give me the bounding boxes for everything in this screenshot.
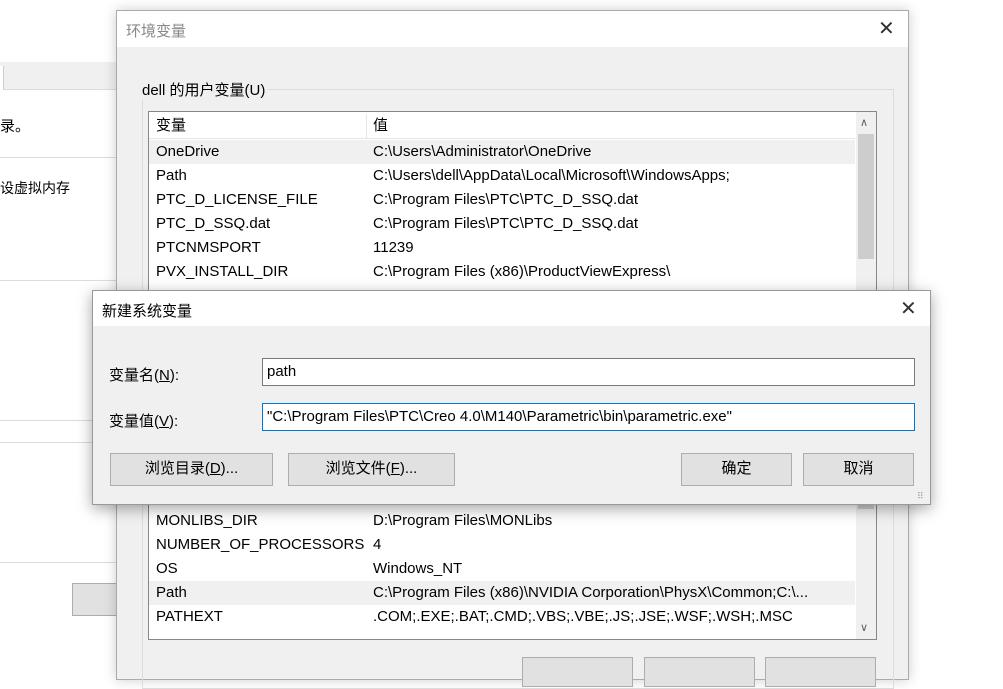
variable-name-input[interactable]: path — [262, 358, 915, 386]
table-row[interactable]: OneDrive C:\Users\Administrator\OneDrive — [149, 140, 855, 164]
dialog-title: 新建系统变量 — [102, 303, 193, 320]
scroll-thumb[interactable] — [858, 134, 874, 259]
table-row[interactable]: MONLIBS_DIR D:\Program Files\MONLibs — [149, 509, 855, 533]
close-icon[interactable]: ✕ — [900, 296, 917, 321]
variable-value-label: 变量值(V): — [109, 413, 179, 430]
scroll-up-icon[interactable]: ∧ — [860, 116, 868, 129]
dialog-title: 环境变量 — [126, 23, 187, 40]
divider — [0, 562, 116, 563]
column-header-value[interactable]: 值 — [373, 114, 388, 138]
table-row[interactable]: OS Windows_NT — [149, 557, 855, 581]
divider — [0, 280, 116, 281]
tab-strip — [0, 62, 116, 90]
browse-directory-button[interactable]: 浏览目录(D)... — [110, 453, 273, 486]
table-row[interactable]: PATHEXT .COM;.EXE;.BAT;.CMD;.VBS;.VBE;.JS… — [149, 605, 855, 629]
table-row[interactable]: NUMBER_OF_PROCESSORS 4 — [149, 533, 855, 557]
bg-button[interactable] — [72, 583, 122, 616]
user-variables-list[interactable]: 变量 值 OneDrive C:\Users\Administrator\OneD… — [148, 111, 877, 301]
new-system-variable-dialog: 新建系统变量 ✕ 变量名(N): path 变量值(V): "C:\Progra… — [92, 290, 931, 505]
resize-grip-icon[interactable]: ⠿ — [917, 491, 924, 502]
cancel-button[interactable]: 取消 — [803, 453, 914, 486]
close-icon[interactable]: ✕ — [878, 16, 895, 41]
bg-text: 设虚拟内存 — [0, 180, 70, 196]
user-variables-label: dell 的用户变量(U) — [139, 79, 269, 100]
ok-button[interactable]: 确定 — [681, 453, 792, 486]
title-bar: 环境变量 ✕ — [117, 11, 908, 47]
delete-button[interactable] — [765, 657, 876, 687]
variable-name-label: 变量名(N): — [109, 367, 180, 384]
table-row[interactable]: Path C:\Users\dell\AppData\Local\Microsof… — [149, 164, 855, 188]
new-button[interactable] — [522, 657, 633, 687]
table-row[interactable]: PTC_D_LICENSE_FILE C:\Program Files\PTC\P… — [149, 188, 855, 212]
tab[interactable] — [0, 66, 4, 90]
system-variables-list[interactable]: MONLIBS_DIR D:\Program Files\MONLibs NUMB… — [148, 491, 877, 640]
bg-text: 录。 — [0, 118, 31, 135]
table-row[interactable]: PTCNMSPORT 11239 — [149, 236, 855, 260]
column-header-variable[interactable]: 变量 — [156, 114, 186, 138]
edit-button[interactable] — [644, 657, 755, 687]
scrollbar[interactable]: ∨ — [856, 491, 876, 639]
scroll-down-icon[interactable]: ∨ — [860, 621, 868, 634]
browse-file-button[interactable]: 浏览文件(F)... — [288, 453, 455, 486]
list-header: 变量 值 — [149, 114, 855, 139]
title-bar: 新建系统变量 ✕ — [93, 291, 930, 326]
table-row[interactable]: Path C:\Program Files (x86)\NVIDIA Corpor… — [149, 581, 855, 605]
scrollbar[interactable]: ∧ — [856, 112, 876, 300]
variable-value-input[interactable]: "C:\Program Files\PTC\Creo 4.0\M140\Para… — [262, 403, 915, 431]
table-row[interactable]: PVX_INSTALL_DIR C:\Program Files (x86)\Pr… — [149, 260, 855, 284]
table-row[interactable]: PTC_D_SSQ.dat C:\Program Files\PTC\PTC_D_… — [149, 212, 855, 236]
divider — [0, 157, 116, 158]
